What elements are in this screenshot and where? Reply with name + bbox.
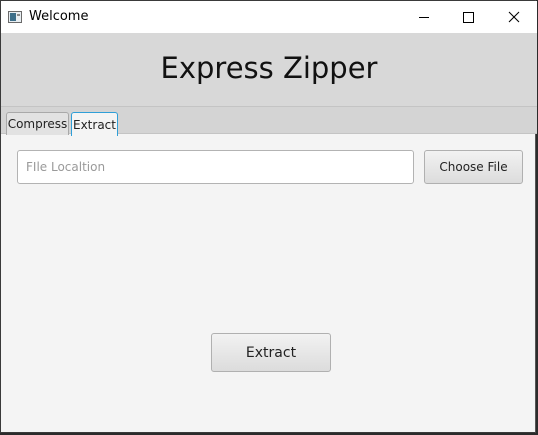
tab-compress-label: Compress — [7, 117, 68, 131]
title-bar[interactable]: Welcome — [1, 1, 537, 33]
extract-button[interactable]: Extract — [211, 333, 331, 372]
tab-extract[interactable]: Extract — [71, 112, 118, 136]
maximize-button[interactable] — [445, 1, 491, 33]
choose-file-button[interactable]: Choose File — [424, 150, 523, 184]
close-button[interactable] — [491, 1, 537, 33]
file-location-field[interactable]: FIle Localtion — [17, 150, 414, 184]
tab-extract-label: Extract — [73, 117, 116, 132]
minimize-icon — [419, 16, 429, 18]
window-title: Welcome — [29, 9, 89, 24]
close-icon — [508, 11, 520, 23]
app-title: Express Zipper — [160, 51, 378, 85]
tab-strip: Compress Extract — [1, 106, 537, 136]
maximize-icon — [462, 11, 474, 23]
app-icon — [8, 11, 22, 23]
app-window: Welcome Express Zipper Compress Extract … — [0, 0, 537, 433]
app-header: Express Zipper — [1, 33, 537, 106]
minimize-button[interactable] — [401, 1, 447, 33]
tab-compress[interactable]: Compress — [6, 112, 69, 135]
